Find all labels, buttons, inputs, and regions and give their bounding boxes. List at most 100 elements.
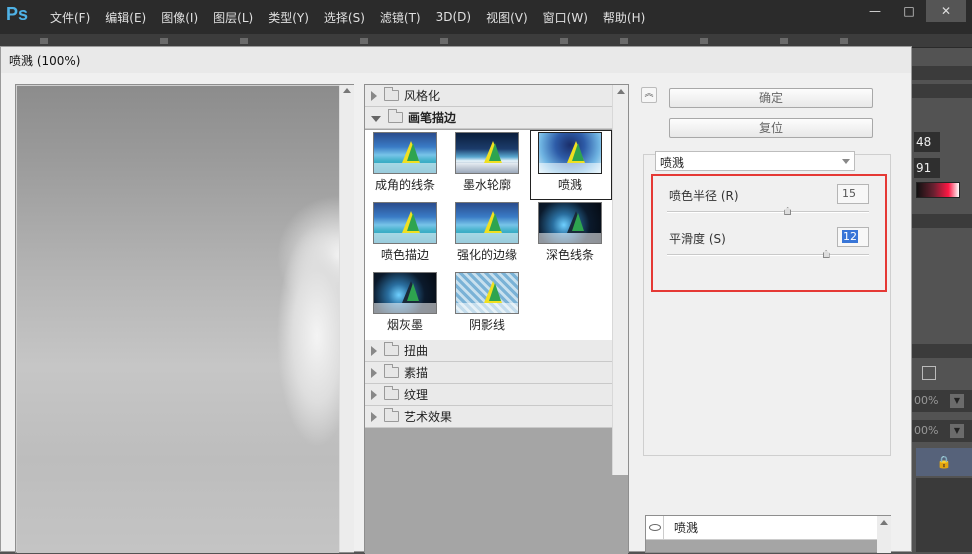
category-label: 素描 xyxy=(404,366,429,380)
effect-layer-row[interactable]: 喷溅 xyxy=(646,515,877,540)
filter-select-value: 喷溅 xyxy=(660,156,685,170)
thumbnail-label: 阴影线 xyxy=(468,318,505,332)
folder-icon xyxy=(384,342,399,356)
menu-item[interactable]: 帮助(H) xyxy=(603,9,645,26)
spray-radius-label: 喷色半径 (R) xyxy=(669,189,739,203)
gallery-scrollbar[interactable] xyxy=(612,85,628,475)
smoothness-value: 12 xyxy=(842,230,858,243)
panel-header xyxy=(912,344,972,358)
category-label: 画笔描边 xyxy=(408,111,457,125)
color-ramp[interactable] xyxy=(916,182,960,198)
preview-image[interactable] xyxy=(17,86,339,553)
thumbnail-image xyxy=(538,202,602,244)
lock-icon[interactable]: 🔒 xyxy=(916,448,972,476)
expand-arrow-icon[interactable] xyxy=(371,411,377,422)
category-stylize[interactable]: 风格化 xyxy=(365,85,612,107)
preview-scrollbar[interactable] xyxy=(339,85,354,552)
thumbnail-label: 喷色描边 xyxy=(380,248,429,262)
smoothness-label: 平滑度 (S) xyxy=(669,232,726,246)
effect-layers: 喷溅 xyxy=(645,515,891,553)
thumbnail-image xyxy=(455,202,519,244)
fill-select[interactable]: 00% ▼ xyxy=(912,420,972,442)
color-value-field[interactable]: 91 xyxy=(914,158,940,178)
gallery-empty-area xyxy=(365,477,628,554)
maximize-button[interactable]: □ xyxy=(892,0,926,22)
main-menu: 文件(F) 编辑(E) 图像(I) 图层(L) 类型(Y) 选择(S) 滤镜(T) 3D(D)… xyxy=(50,0,660,34)
menu-item[interactable]: 文件(F) xyxy=(50,9,90,26)
folder-icon xyxy=(384,364,399,378)
menu-item[interactable]: 窗口(W) xyxy=(543,9,588,26)
thumbnail-label: 深色线条 xyxy=(545,248,594,262)
category-label: 艺术效果 xyxy=(404,410,453,424)
panel-header xyxy=(912,214,972,228)
chevron-down-icon xyxy=(842,159,850,164)
menu-item[interactable]: 编辑(E) xyxy=(105,9,146,26)
menu-item[interactable]: 类型(Y) xyxy=(268,9,309,26)
filter-thumbnail[interactable]: 成角的线条 xyxy=(365,132,445,193)
thumbnail-label: 烟灰墨 xyxy=(386,318,423,332)
expand-arrow-icon[interactable] xyxy=(371,367,377,378)
menu-item[interactable]: 3D(D) xyxy=(436,10,471,24)
folder-icon xyxy=(384,87,399,101)
menu-item[interactable]: 滤镜(T) xyxy=(380,9,421,26)
spray-radius-input[interactable]: 15 xyxy=(837,184,869,204)
folder-icon xyxy=(388,109,403,123)
filter-thumbnail[interactable]: 深色线条 xyxy=(530,202,610,263)
thumbnail-image xyxy=(373,132,437,174)
dialog-title: 喷溅 (100%) xyxy=(1,47,911,73)
ok-button[interactable]: 确定 xyxy=(669,88,873,108)
thumbnail-image xyxy=(373,272,437,314)
menu-item[interactable]: 视图(V) xyxy=(486,9,528,26)
collapse-arrow-icon[interactable] xyxy=(371,115,381,122)
opacity-select[interactable]: 00% ▼ xyxy=(912,390,972,412)
reset-button[interactable]: 复位 xyxy=(669,118,873,138)
filter-controls: ︽ 确定 复位 喷溅 喷色半径 (R) 15 平滑度 (S) 12 喷溅 xyxy=(641,84,905,553)
panel-header xyxy=(912,66,972,80)
filter-thumbnail[interactable]: 强化的边缘 xyxy=(447,202,527,263)
category-brush-strokes[interactable]: 画笔描边 xyxy=(365,107,612,129)
category-distort[interactable]: 扭曲 xyxy=(365,340,612,362)
thumbnail-label: 墨水轮廓 xyxy=(462,178,511,192)
new-layer-icon[interactable] xyxy=(922,366,936,380)
category-sketch[interactable]: 素描 xyxy=(365,362,612,384)
spray-radius-slider[interactable] xyxy=(667,207,869,215)
folder-icon xyxy=(384,386,399,400)
folder-icon xyxy=(384,408,399,422)
smoothness-slider[interactable] xyxy=(667,250,869,258)
minimize-button[interactable]: — xyxy=(858,0,892,22)
filter-thumbnail[interactable]: 喷色描边 xyxy=(365,202,445,263)
category-label: 扭曲 xyxy=(404,344,429,358)
category-texture[interactable]: 纹理 xyxy=(365,384,612,406)
layers-list xyxy=(916,478,972,552)
color-value-field[interactable]: 48 xyxy=(914,132,940,152)
filter-gallery-dialog: 喷溅 (100%) 风格化 画笔描边 成角的线条 墨水轮廓 喷溅 喷色描边 强化的边缘深… xyxy=(0,46,912,554)
filter-select[interactable]: 喷溅 xyxy=(655,151,855,171)
panel-header xyxy=(912,84,972,98)
category-label: 风格化 xyxy=(404,89,441,103)
menu-item[interactable]: 图像(I) xyxy=(161,9,198,26)
filter-thumbnail[interactable]: 烟灰墨 xyxy=(365,272,445,333)
layers-scrollbar[interactable] xyxy=(877,516,891,553)
photoshop-logo: Ps xyxy=(6,4,29,24)
menu-item[interactable]: 选择(S) xyxy=(324,9,365,26)
close-button[interactable]: ✕ xyxy=(926,0,966,22)
collapse-gallery-icon[interactable]: ︽ xyxy=(641,87,657,103)
expand-arrow-icon[interactable] xyxy=(371,90,377,101)
expand-arrow-icon[interactable] xyxy=(371,345,377,356)
filter-gallery: 风格化 画笔描边 成角的线条 墨水轮廓 喷溅 喷色描边 强化的边缘 深色线条 烟灰墨 阴影线 … xyxy=(364,84,629,554)
thumbnail-image xyxy=(455,132,519,174)
preview-pane xyxy=(15,84,354,553)
filter-thumbnail[interactable]: 阴影线 xyxy=(447,272,527,333)
thumbnail-label: 强化的边缘 xyxy=(456,248,517,262)
thumbnail-label: 成角的线条 xyxy=(374,178,435,192)
scroll-up-icon[interactable] xyxy=(880,520,888,525)
smoothness-input[interactable]: 12 xyxy=(837,227,869,247)
filter-thumbnail[interactable]: 墨水轮廓 xyxy=(447,132,527,193)
category-artistic[interactable]: 艺术效果 xyxy=(365,406,612,428)
menu-item[interactable]: 图层(L) xyxy=(213,9,253,26)
scroll-up-icon[interactable] xyxy=(343,88,351,93)
right-panels: 48 91 00% ▼ 00% ▼ 🔒 xyxy=(912,48,972,552)
scroll-up-icon[interactable] xyxy=(617,89,625,94)
expand-arrow-icon[interactable] xyxy=(371,389,377,400)
eye-icon[interactable] xyxy=(646,515,664,540)
